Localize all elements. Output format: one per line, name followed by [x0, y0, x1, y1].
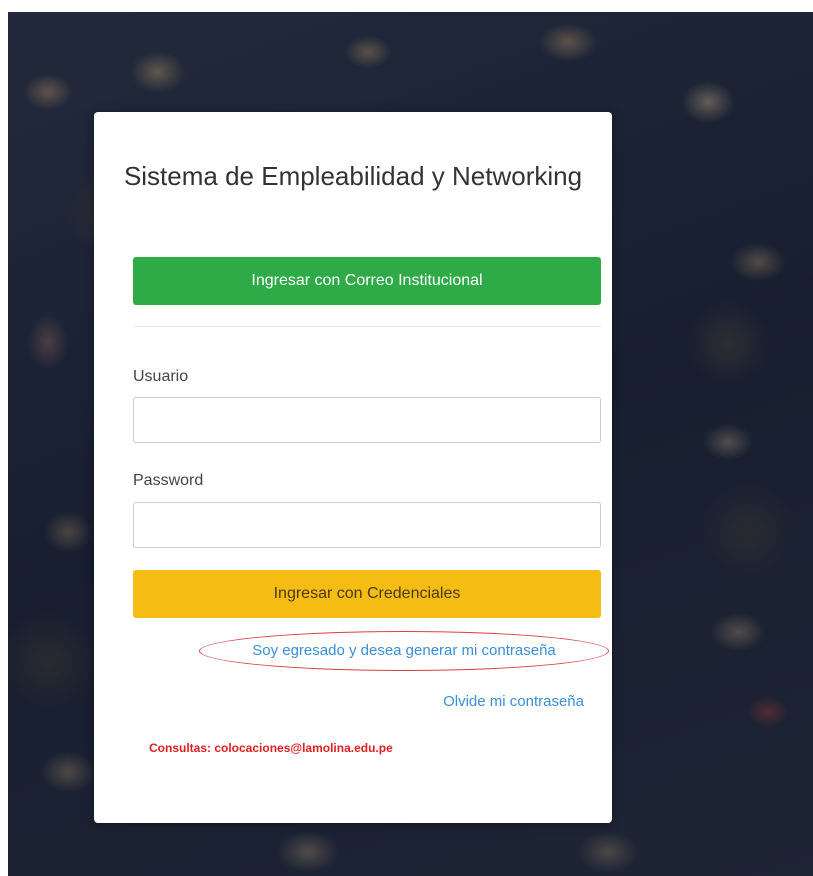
highlight-ellipse: Soy egresado y desea generar mi contrase…: [199, 631, 609, 671]
password-label: Password: [133, 472, 204, 489]
divider: [133, 326, 601, 327]
username-label: Usuario: [133, 368, 189, 385]
page-title: Sistema de Empleabilidad y Networking: [123, 161, 583, 191]
page: Sistema de Empleabilidad y Networking In…: [0, 0, 813, 876]
username-input[interactable]: [133, 397, 601, 443]
generate-password-link[interactable]: Soy egresado y desea generar mi contrase…: [200, 632, 608, 670]
credentials-login-button[interactable]: Ingresar con Credenciales: [133, 570, 601, 618]
institutional-login-button[interactable]: Ingresar con Correo Institucional: [133, 257, 601, 305]
contact-email-text: Consultas: colocaciones@lamolina.edu.pe: [149, 741, 393, 755]
password-input[interactable]: [133, 502, 601, 548]
login-card: Sistema de Empleabilidad y Networking In…: [94, 112, 612, 823]
forgot-password-link[interactable]: Olvide mi contraseña: [443, 693, 584, 710]
